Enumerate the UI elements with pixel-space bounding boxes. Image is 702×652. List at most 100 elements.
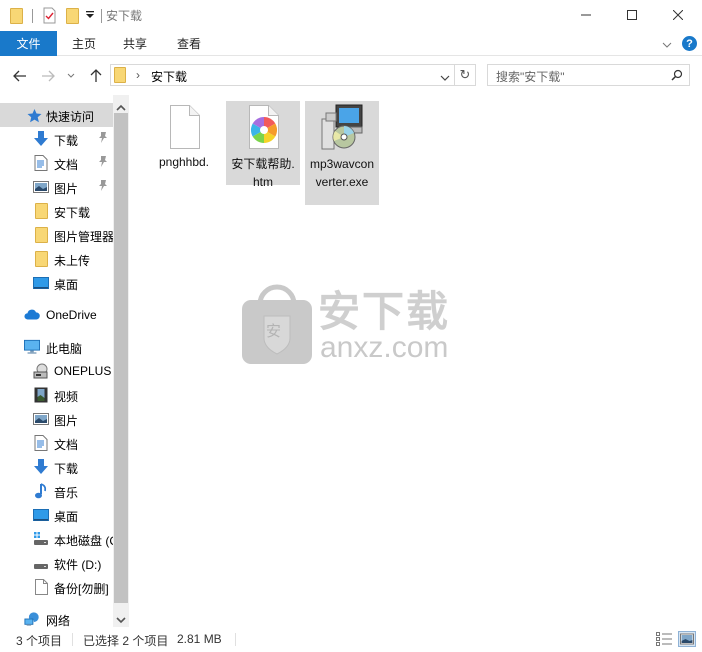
sidebar-item-music[interactable]: 音乐: [0, 479, 113, 503]
ribbon: 文件 主页 共享 查看 ?: [0, 31, 702, 56]
recent-locations-button[interactable]: [62, 65, 80, 87]
network-icon: [24, 611, 40, 627]
file-name: mp3wavconverter.exe: [309, 157, 375, 189]
sidebar-item-drive-d[interactable]: 软件 (D:): [0, 551, 113, 575]
sidebar-item-desktop-pc[interactable]: 桌面: [0, 503, 113, 527]
scroll-down-icon[interactable]: [116, 613, 126, 627]
sidebar-item-downloads[interactable]: 下载: [0, 127, 113, 151]
sidebar-item-desktop[interactable]: 桌面: [0, 271, 113, 295]
file-name: pnghhbd.: [158, 155, 210, 169]
up-button[interactable]: [85, 65, 107, 87]
sidebar-item-backup[interactable]: 备份[勿删]: [0, 575, 113, 599]
breadcrumb-separator-icon[interactable]: ›: [136, 68, 140, 82]
refresh-icon: ↻: [459, 67, 471, 82]
divider: [72, 633, 73, 646]
sidebar-item-oneplus[interactable]: ONEPLUS: [0, 359, 113, 383]
sidebar-item-documents-pc[interactable]: 文档: [0, 431, 113, 455]
scroll-up-icon[interactable]: [116, 100, 126, 114]
device-icon: [33, 363, 49, 379]
computer-icon: [24, 339, 40, 355]
sidebar-item-pictures-pc[interactable]: 图片: [0, 407, 113, 431]
pictures-icon: [33, 411, 49, 427]
download-arrow-icon: [33, 131, 49, 147]
help-icon[interactable]: ?: [682, 36, 697, 51]
folder-icon: [33, 251, 49, 267]
expand-ribbon-icon[interactable]: [662, 38, 672, 52]
tab-view[interactable]: 查看: [168, 31, 210, 56]
htm-file-icon: [245, 105, 281, 149]
blank-file-icon: [33, 579, 49, 595]
tab-share[interactable]: 共享: [114, 31, 156, 56]
window-title: 安下载: [106, 9, 143, 23]
details-view-button[interactable]: [656, 632, 672, 649]
minimize-button[interactable]: [563, 0, 609, 30]
sidebar-item-this-pc[interactable]: 此电脑: [0, 335, 113, 359]
divider: [235, 633, 236, 646]
system-drive-icon: [33, 531, 49, 547]
sidebar-item-videos[interactable]: 视频: [0, 383, 113, 407]
sidebar-scrollbar[interactable]: [113, 95, 129, 627]
selection-count: 已选择 2 个项目: [83, 634, 169, 648]
drive-icon: [33, 555, 49, 571]
sidebar-item-drive-c[interactable]: 本地磁盘 (C:): [0, 527, 113, 551]
sidebar-item-downloads-pc[interactable]: 下载: [0, 455, 113, 479]
search-placeholder: 搜索"安下载": [496, 70, 565, 84]
sidebar-item-documents[interactable]: 文档: [0, 151, 113, 175]
download-arrow-icon: [33, 459, 49, 475]
cloud-icon: [24, 307, 40, 323]
watermark-badge: 安: [266, 323, 282, 340]
sidebar-item-quick-access[interactable]: 快速访问: [0, 103, 113, 127]
sidebar-item-network[interactable]: 网络: [0, 607, 113, 627]
video-icon: [33, 387, 49, 403]
properties-icon[interactable]: [43, 7, 56, 24]
large-icons-view-button[interactable]: [678, 631, 696, 647]
document-icon: [33, 435, 49, 451]
scrollbar-thumb[interactable]: [114, 113, 128, 603]
watermark: 安 安下载 anxz.com: [242, 284, 472, 374]
address-bar[interactable]: › 安下载: [110, 64, 455, 86]
folder-icon: [33, 203, 49, 219]
folder-icon[interactable]: [10, 8, 23, 24]
search-icon[interactable]: [671, 69, 683, 84]
watermark-text-cn: 安下载: [318, 288, 451, 335]
sidebar-item-onedrive[interactable]: OneDrive: [0, 303, 113, 327]
document-icon: [33, 155, 49, 171]
file-item[interactable]: pnghhbd.: [147, 101, 221, 173]
sidebar-item-pictures[interactable]: 图片: [0, 175, 113, 199]
customize-quick-access-icon[interactable]: [86, 10, 94, 23]
back-button[interactable]: [9, 65, 31, 87]
close-button[interactable]: [655, 0, 701, 30]
desktop-icon: [33, 275, 49, 291]
folder-icon: [33, 227, 49, 243]
large-icons-view-icon: [680, 633, 694, 645]
pin-icon[interactable]: [98, 156, 108, 168]
divider: [101, 9, 102, 23]
forward-button[interactable]: [37, 65, 59, 87]
tab-file[interactable]: 文件: [0, 31, 57, 56]
star-icon: [26, 107, 42, 123]
sidebar-item-anxz-folder[interactable]: 安下载: [0, 199, 113, 223]
sidebar-item-image-manager-folder[interactable]: 图片管理器: [0, 223, 113, 247]
refresh-button[interactable]: ↻: [455, 64, 476, 86]
search-input[interactable]: 搜索"安下载": [487, 64, 690, 86]
folder-icon: [114, 67, 126, 83]
pin-icon[interactable]: [98, 180, 108, 192]
installer-icon: [318, 103, 366, 151]
sidebar-item-not-uploaded-folder[interactable]: 未上传: [0, 247, 113, 271]
breadcrumb-item[interactable]: 安下载: [151, 68, 187, 85]
file-name: 安下载帮助.htm: [231, 157, 295, 189]
file-item[interactable]: 安下载帮助.htm: [226, 101, 300, 189]
title-bar: 安下载: [0, 0, 702, 31]
file-item[interactable]: mp3wavconverter.exe: [305, 101, 379, 205]
maximize-button[interactable]: [609, 0, 655, 30]
address-dropdown-icon[interactable]: [440, 71, 450, 85]
status-bar: 3 个项目 已选择 2 个项目 2.81 MB: [0, 627, 702, 652]
desktop-icon: [33, 507, 49, 523]
pin-icon[interactable]: [98, 132, 108, 144]
watermark-text-en: anxz.com: [320, 331, 449, 364]
selection-size: 2.81 MB: [177, 632, 222, 646]
divider: [32, 9, 33, 23]
new-folder-icon[interactable]: [66, 8, 79, 24]
tab-home[interactable]: 主页: [63, 31, 105, 56]
navigation-pane: 快速访问 下载 文档 图片 安下载 图片管理器 未上传 桌面 OneDrive …: [0, 95, 113, 627]
